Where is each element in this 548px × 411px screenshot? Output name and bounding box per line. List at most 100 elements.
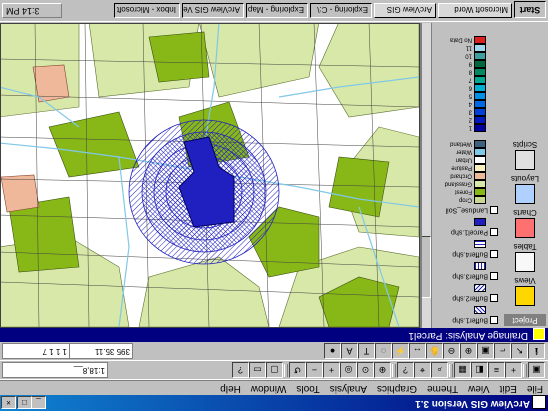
area-of-interest-icon[interactable]: ◌: [375, 343, 392, 359]
legend-class: 8: [432, 68, 486, 76]
menu-help[interactable]: Help: [215, 382, 246, 395]
menu-tools[interactable]: Tools: [291, 382, 324, 395]
theme-properties-icon[interactable]: ≡: [488, 362, 505, 378]
view-window-icon: [533, 328, 545, 340]
save-icon[interactable]: ▣: [528, 362, 545, 378]
project-item-charts[interactable]: Charts: [508, 208, 542, 238]
zoom-out-icon[interactable]: −: [306, 362, 323, 378]
legend-symbol: [432, 240, 486, 248]
query-builder-icon[interactable]: ?: [397, 362, 414, 378]
taskbar-item[interactable]: Exploring - C:\: [310, 3, 372, 18]
legend-class: Forest: [432, 188, 486, 196]
theme-visibility-checkbox[interactable]: [490, 206, 498, 214]
draw-tool-icon[interactable]: ●: [324, 343, 341, 359]
select-feature-tool-icon[interactable]: ▣: [477, 343, 494, 359]
menu-view[interactable]: View: [463, 382, 495, 395]
legend-editor-icon[interactable]: ◧: [471, 362, 488, 378]
forest-polygon: [148, 31, 210, 83]
view-window-title: Drainage Analysis: Parcel1: [408, 330, 528, 341]
scripts-icon: [515, 150, 535, 170]
legend-class: 11: [432, 44, 486, 52]
pointer-icon[interactable]: ↖: [511, 343, 528, 359]
map-canvas[interactable]: [0, 23, 420, 328]
select-features-icon[interactable]: ▢: [266, 362, 283, 378]
theme-visibility-checkbox[interactable]: [490, 294, 498, 302]
identify-icon[interactable]: ℹ: [528, 343, 545, 359]
zoom-active-themes-icon[interactable]: ⊙: [357, 362, 374, 378]
help-icon[interactable]: ?: [232, 362, 249, 378]
zoom-in-tool-icon[interactable]: ⊕: [460, 343, 477, 359]
legend-class: Water: [432, 148, 486, 156]
project-item-scripts[interactable]: Scripts: [508, 140, 542, 170]
project-window-title: Project: [504, 314, 546, 326]
label-icon[interactable]: T: [358, 343, 375, 359]
coordinate-x-readout: 395 35.11: [69, 343, 133, 359]
pan-icon[interactable]: ✋: [426, 343, 443, 359]
legend-class: 5: [432, 92, 486, 100]
theme-visibility-checkbox[interactable]: [490, 316, 498, 324]
project-item-views[interactable]: Views: [508, 276, 542, 306]
app-title: ArcView GIS Version 3.1: [415, 398, 530, 409]
legend-class: 7: [432, 76, 486, 84]
locate-address-icon[interactable]: ⌖: [414, 362, 431, 378]
map-drawing[interactable]: [0, 23, 420, 328]
project-item-layouts[interactable]: Layouts: [508, 174, 542, 204]
theme-visibility-checkbox[interactable]: [490, 228, 498, 236]
legend-symbol: [432, 306, 486, 314]
tables-icon: [515, 252, 535, 272]
toc-theme[interactable]: Buffer2.shp: [432, 294, 498, 302]
zoom-full-extent-icon[interactable]: ⊕: [374, 362, 391, 378]
minimize-button[interactable]: _: [31, 396, 46, 409]
taskbar-item[interactable]: Inbox - Microsoft: [114, 3, 180, 18]
text-tool-icon[interactable]: A: [341, 343, 358, 359]
orchard-polygon: [0, 174, 40, 213]
menu-graphics[interactable]: Graphics: [372, 382, 422, 395]
toc-theme[interactable]: Buffer4.shp: [432, 250, 498, 258]
menu-theme[interactable]: Theme: [422, 382, 463, 395]
open-table-icon[interactable]: ▦: [454, 362, 471, 378]
add-theme-icon[interactable]: +: [505, 362, 522, 378]
hotlink-icon[interactable]: ⚡: [392, 343, 409, 359]
zoom-in-icon[interactable]: +: [323, 362, 340, 378]
scale-readout[interactable]: 1:18,8__: [2, 362, 108, 378]
menu-file[interactable]: File: [522, 382, 548, 395]
menu-analysis[interactable]: Analysis: [325, 382, 372, 395]
toc-scrollbar[interactable]: [421, 23, 432, 328]
legend-class: 10: [432, 52, 486, 60]
view-window-title-bar[interactable]: Drainage Analysis: Parcel1: [0, 328, 548, 342]
project-window: Project Views Tables Charts Layouts Scri…: [499, 23, 548, 328]
find-icon[interactable]: ⌕: [431, 362, 448, 378]
zoom-selected-icon[interactable]: ◎: [340, 362, 357, 378]
app-title-bar[interactable]: ArcView GIS Version 3.1 _ □ ×: [0, 395, 548, 411]
project-item-tables[interactable]: Tables: [508, 242, 542, 272]
theme-visibility-checkbox[interactable]: [490, 250, 498, 258]
zoom-previous-icon[interactable]: ↺: [289, 362, 306, 378]
menu-bar: FileEditViewThemeGraphicsAnalysisToolsWi…: [0, 380, 548, 395]
measure-icon[interactable]: ↔: [409, 343, 426, 359]
menu-window[interactable]: Window: [246, 382, 292, 395]
clock: 3:14 PM: [6, 6, 40, 16]
toc-theme[interactable]: Buffer1.shp: [432, 316, 498, 324]
maximize-button[interactable]: □: [17, 396, 32, 409]
taskbar-item[interactable]: ArcView GIS Ver: [182, 3, 244, 18]
toc-scroll-thumb[interactable]: [421, 236, 431, 298]
taskbar-item[interactable]: ArcView GIS: [374, 3, 436, 18]
taskbar-item[interactable]: Microsoft Word: [438, 3, 512, 18]
theme-visibility-checkbox[interactable]: [490, 272, 498, 280]
legend-class: Pasture: [432, 164, 486, 172]
toc-theme[interactable]: Parcel1.shp: [432, 228, 498, 236]
legend-class: 3: [432, 108, 486, 116]
taskbar-item[interactable]: Exploring - Map: [246, 3, 308, 18]
legend-class: Grassland: [432, 180, 486, 188]
start-button[interactable]: Start: [514, 1, 546, 18]
toc-theme[interactable]: Landuse_Soil: [432, 206, 498, 214]
toc-theme[interactable]: Buffer3.shp: [432, 272, 498, 280]
coordinate-y-readout: 1 1 1 7: [2, 343, 70, 359]
vertex-edit-icon[interactable]: ⌐: [494, 343, 511, 359]
zoom-out-tool-icon[interactable]: ⊖: [443, 343, 460, 359]
system-tray: 3:14 PM: [2, 3, 62, 18]
charts-icon: [515, 218, 535, 238]
clear-selection-icon[interactable]: ▭: [249, 362, 266, 378]
menu-edit[interactable]: Edit: [495, 382, 522, 395]
close-button[interactable]: ×: [1, 396, 16, 409]
